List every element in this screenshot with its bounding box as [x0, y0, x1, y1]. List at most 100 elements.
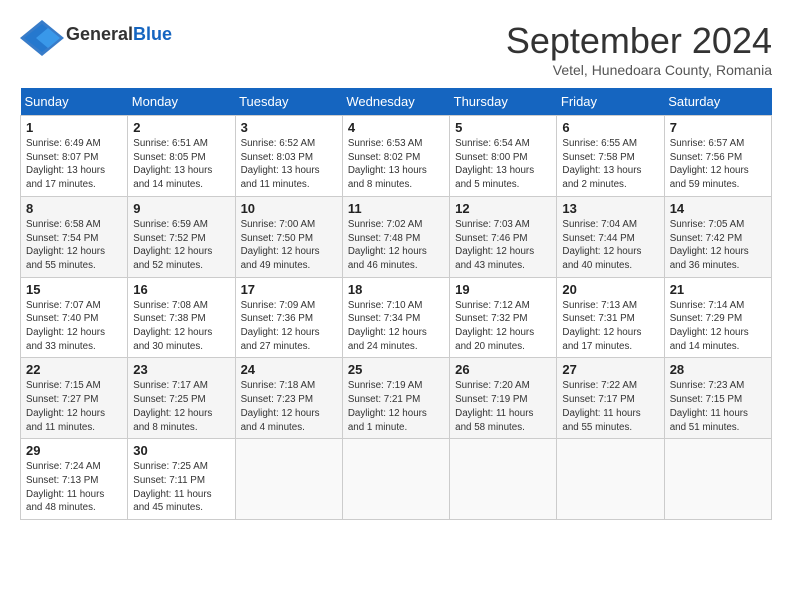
day-info: Sunrise: 7:08 AM Sunset: 7:38 PM Dayligh…: [133, 299, 229, 354]
calendar-cell: 6 Sunrise: 6:55 AM Sunset: 7:58 PM Daylig…: [557, 116, 664, 197]
day-info: Sunrise: 6:49 AM Sunset: 8:07 PM Dayligh…: [26, 137, 122, 192]
col-monday: Monday: [128, 88, 235, 116]
day-number: 5: [455, 120, 551, 135]
day-info: Sunrise: 7:03 AM Sunset: 7:46 PM Dayligh…: [455, 218, 551, 273]
day-info: Sunrise: 7:12 AM Sunset: 7:32 PM Dayligh…: [455, 299, 551, 354]
month-title: September 2024: [506, 20, 772, 62]
calendar-cell: 9Sunrise: 6:59 AM Sunset: 7:52 PM Daylig…: [128, 196, 235, 277]
day-info: Sunrise: 7:25 AM Sunset: 7:11 PM Dayligh…: [133, 460, 229, 515]
calendar-cell: 23Sunrise: 7:17 AM Sunset: 7:25 PM Dayli…: [128, 358, 235, 439]
day-info: Sunrise: 7:20 AM Sunset: 7:19 PM Dayligh…: [455, 379, 551, 434]
day-number: 12: [455, 201, 551, 216]
calendar-cell: [557, 439, 664, 520]
day-number: 28: [670, 362, 766, 377]
logo-icon: [20, 20, 60, 48]
col-sunday: Sunday: [21, 88, 128, 116]
calendar-cell: 22 Sunrise: 7:15 AM Sunset: 7:27 PM Dayli…: [21, 358, 128, 439]
day-number: 25: [348, 362, 444, 377]
day-number: 26: [455, 362, 551, 377]
calendar-cell: 28 Sunrise: 7:23 AM Sunset: 7:15 PM Dayli…: [664, 358, 771, 439]
calendar-cell: 5Sunrise: 6:54 AM Sunset: 8:00 PM Daylig…: [450, 116, 557, 197]
calendar-cell: 4 Sunrise: 6:53 AM Sunset: 8:02 PM Daylig…: [342, 116, 449, 197]
day-number: 24: [241, 362, 337, 377]
day-number: 29: [26, 443, 122, 458]
col-tuesday: Tuesday: [235, 88, 342, 116]
day-number: 11: [348, 201, 444, 216]
calendar-cell: 10Sunrise: 7:00 AM Sunset: 7:50 PM Dayli…: [235, 196, 342, 277]
day-number: 3: [241, 120, 337, 135]
day-number: 17: [241, 282, 337, 297]
calendar-cell: 27 Sunrise: 7:22 AM Sunset: 7:17 PM Dayli…: [557, 358, 664, 439]
calendar-cell: 25 Sunrise: 7:19 AM Sunset: 7:21 PM Dayli…: [342, 358, 449, 439]
calendar-cell: [235, 439, 342, 520]
calendar-cell: 7Sunrise: 6:57 AM Sunset: 7:56 PM Daylig…: [664, 116, 771, 197]
calendar-cell: 2 Sunrise: 6:51 AM Sunset: 8:05 PM Daylig…: [128, 116, 235, 197]
calendar-cell: 3Sunrise: 6:52 AM Sunset: 8:03 PM Daylig…: [235, 116, 342, 197]
calendar-table: Sunday Monday Tuesday Wednesday Thursday…: [20, 88, 772, 520]
day-info: Sunrise: 7:22 AM Sunset: 7:17 PM Dayligh…: [562, 379, 658, 434]
day-info: Sunrise: 7:18 AM Sunset: 7:23 PM Dayligh…: [241, 379, 337, 434]
day-number: 13: [562, 201, 658, 216]
day-number: 18: [348, 282, 444, 297]
col-saturday: Saturday: [664, 88, 771, 116]
calendar-cell: 18 Sunrise: 7:10 AM Sunset: 7:34 PM Dayli…: [342, 277, 449, 358]
day-number: 4: [348, 120, 444, 135]
calendar-cell: 19 Sunrise: 7:12 AM Sunset: 7:32 PM Dayli…: [450, 277, 557, 358]
week-row-4: 29 Sunrise: 7:24 AM Sunset: 7:13 PM Dayli…: [21, 439, 772, 520]
day-number: 10: [241, 201, 337, 216]
col-thursday: Thursday: [450, 88, 557, 116]
col-wednesday: Wednesday: [342, 88, 449, 116]
day-info: Sunrise: 7:19 AM Sunset: 7:21 PM Dayligh…: [348, 379, 444, 434]
day-info: Sunrise: 7:15 AM Sunset: 7:27 PM Dayligh…: [26, 379, 122, 434]
calendar-cell: 12 Sunrise: 7:03 AM Sunset: 7:46 PM Dayli…: [450, 196, 557, 277]
calendar-cell: 30Sunrise: 7:25 AM Sunset: 7:11 PM Dayli…: [128, 439, 235, 520]
day-info: Sunrise: 6:51 AM Sunset: 8:05 PM Dayligh…: [133, 137, 229, 192]
day-info: Sunrise: 7:07 AM Sunset: 7:40 PM Dayligh…: [26, 299, 122, 354]
day-info: Sunrise: 7:09 AM Sunset: 7:36 PM Dayligh…: [241, 299, 337, 354]
location-subtitle: Vetel, Hunedoara County, Romania: [506, 62, 772, 78]
calendar-cell: 16 Sunrise: 7:08 AM Sunset: 7:38 PM Dayli…: [128, 277, 235, 358]
week-row-2: 15 Sunrise: 7:07 AM Sunset: 7:40 PM Dayli…: [21, 277, 772, 358]
day-info: Sunrise: 7:04 AM Sunset: 7:44 PM Dayligh…: [562, 218, 658, 273]
calendar-cell: 11 Sunrise: 7:02 AM Sunset: 7:48 PM Dayli…: [342, 196, 449, 277]
logo-blue: Blue: [133, 24, 172, 44]
logo-text-block: GeneralBlue: [66, 25, 172, 45]
calendar-cell: 15 Sunrise: 7:07 AM Sunset: 7:40 PM Dayli…: [21, 277, 128, 358]
title-block: September 2024 Vetel, Hunedoara County, …: [506, 20, 772, 78]
calendar-cell: 13 Sunrise: 7:04 AM Sunset: 7:44 PM Dayli…: [557, 196, 664, 277]
day-number: 19: [455, 282, 551, 297]
calendar-cell: [664, 439, 771, 520]
calendar-cell: 1 Sunrise: 6:49 AM Sunset: 8:07 PM Daylig…: [21, 116, 128, 197]
day-number: 14: [670, 201, 766, 216]
day-number: 21: [670, 282, 766, 297]
day-number: 16: [133, 282, 229, 297]
day-info: Sunrise: 7:02 AM Sunset: 7:48 PM Dayligh…: [348, 218, 444, 273]
day-info: Sunrise: 7:13 AM Sunset: 7:31 PM Dayligh…: [562, 299, 658, 354]
day-info: Sunrise: 7:24 AM Sunset: 7:13 PM Dayligh…: [26, 460, 122, 515]
day-number: 2: [133, 120, 229, 135]
calendar-header-row: Sunday Monday Tuesday Wednesday Thursday…: [21, 88, 772, 116]
calendar-cell: 24 Sunrise: 7:18 AM Sunset: 7:23 PM Dayli…: [235, 358, 342, 439]
day-info: Sunrise: 6:57 AM Sunset: 7:56 PM Dayligh…: [670, 137, 766, 192]
week-row-3: 22 Sunrise: 7:15 AM Sunset: 7:27 PM Dayli…: [21, 358, 772, 439]
day-info: Sunrise: 6:55 AM Sunset: 7:58 PM Dayligh…: [562, 137, 658, 192]
calendar-cell: 29 Sunrise: 7:24 AM Sunset: 7:13 PM Dayli…: [21, 439, 128, 520]
day-number: 6: [562, 120, 658, 135]
day-number: 20: [562, 282, 658, 297]
day-number: 1: [26, 120, 122, 135]
calendar-cell: 14Sunrise: 7:05 AM Sunset: 7:42 PM Dayli…: [664, 196, 771, 277]
day-number: 27: [562, 362, 658, 377]
week-row-1: 8Sunrise: 6:58 AM Sunset: 7:54 PM Daylig…: [21, 196, 772, 277]
day-number: 15: [26, 282, 122, 297]
logo-general: General: [66, 24, 133, 44]
logo: GeneralBlue: [20, 20, 172, 50]
day-number: 22: [26, 362, 122, 377]
calendar-cell: 17 Sunrise: 7:09 AM Sunset: 7:36 PM Dayli…: [235, 277, 342, 358]
day-number: 8: [26, 201, 122, 216]
day-info: Sunrise: 7:10 AM Sunset: 7:34 PM Dayligh…: [348, 299, 444, 354]
day-info: Sunrise: 7:23 AM Sunset: 7:15 PM Dayligh…: [670, 379, 766, 434]
day-info: Sunrise: 6:53 AM Sunset: 8:02 PM Dayligh…: [348, 137, 444, 192]
calendar-cell: [450, 439, 557, 520]
week-row-0: 1 Sunrise: 6:49 AM Sunset: 8:07 PM Daylig…: [21, 116, 772, 197]
calendar-cell: 21Sunrise: 7:14 AM Sunset: 7:29 PM Dayli…: [664, 277, 771, 358]
